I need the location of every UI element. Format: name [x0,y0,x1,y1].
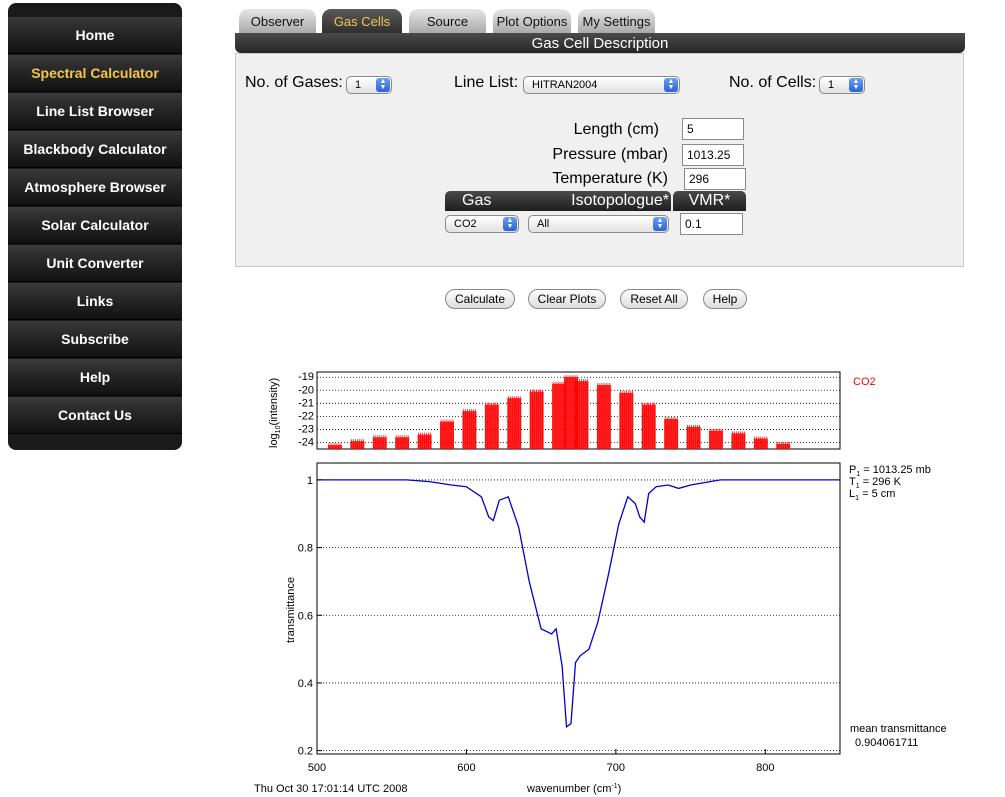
transmittance-y-tick-label: 0.2 [298,746,313,758]
wavenumber-x-tick-label: 600 [457,762,475,774]
gas-value: CO2 [454,218,477,230]
pressure-label: Pressure (mbar) [552,146,668,163]
no-gases-label: No. of Gases: [245,74,343,91]
transmittance-line [317,479,840,729]
intensity-chart: -19-20-21-22-23-24 CO2 log10(intensity) [268,371,876,450]
reset-all-button[interactable]: Reset All [620,289,688,309]
intensity-y-tick-label: -22 [298,410,314,422]
nav-contact-us[interactable]: Contact Us [8,397,182,434]
select-arrows-icon: ▲ ▼ [664,78,678,92]
select-arrows-icon: ▲ ▼ [376,78,390,92]
length-label: Length (cm) [573,121,659,138]
wavenumber-x-tick-label: 500 [308,762,326,774]
transmittance-y-tick-label: 0.8 [298,543,313,555]
gas-cell-panel: No. of Gases: 1 ▲ ▼ Line List: HITRAN2004… [235,53,964,267]
nav-line-list-browser[interactable]: Line List Browser [8,93,182,130]
sidebar-nav: Home Spectral Calculator Line List Brows… [8,3,182,450]
gas-isotopologue-header: Gas Isotopologue* [445,191,671,211]
isotopologue-column-header: Isotopologue* [571,192,669,209]
pressure-input[interactable]: 1013.25 [682,144,744,166]
no-cells-label: No. of Cells: [729,74,817,91]
nav-solar-calculator[interactable]: Solar Calculator [8,207,182,244]
tab-observer[interactable]: Observer [239,9,316,33]
mean-transmittance-label: mean transmittance [850,723,947,735]
clear-plots-button[interactable]: Clear Plots [528,289,606,309]
mean-transmittance-value: 0.904061711 [855,737,918,749]
intensity-legend-co2: CO2 [853,376,876,388]
length-annotation: L1 = 5 cm [849,488,895,502]
wavenumber-x-tick-label: 700 [607,762,625,774]
wavenumber-x-tick-label: 800 [756,762,774,774]
calculate-button[interactable]: Calculate [445,289,515,309]
line-list-value: HITRAN2004 [532,79,598,91]
tab-plot-options[interactable]: Plot Options [493,9,571,33]
nav-blackbody-calculator[interactable]: Blackbody Calculator [8,131,182,168]
nav-home[interactable]: Home [8,17,182,54]
nav-links[interactable]: Links [8,283,182,320]
gas-select[interactable]: CO2 ▲ ▼ [445,215,519,233]
no-cells-select[interactable]: 1 ▲ ▼ [819,76,865,94]
select-arrows-icon: ▲ ▼ [653,217,667,231]
intensity-y-tick-label: -21 [298,397,314,409]
panel-title: Gas Cell Description [235,33,965,53]
nav-spectral-calculator[interactable]: Spectral Calculator [8,55,182,92]
isotopologue-value: All [537,218,550,230]
isotopologue-select[interactable]: All ▲ ▼ [528,215,669,233]
nav-subscribe[interactable]: Subscribe [8,321,182,358]
nav-unit-converter[interactable]: Unit Converter [8,245,182,282]
transmittance-plot-frame [316,462,841,755]
wavenumber-x-axis-label: wavenumber (cm-1) [526,783,621,795]
nav-atmosphere-browser[interactable]: Atmosphere Browser [8,169,182,206]
gas-column-header: Gas [462,192,492,209]
no-cells-value: 1 [828,79,835,91]
tab-source[interactable]: Source [409,9,486,33]
tab-my-settings[interactable]: My Settings [578,9,655,33]
tab-gas-cells[interactable]: Gas Cells [322,9,402,33]
temperature-label: Temperature (K) [552,170,668,187]
temperature-input[interactable]: 296 [684,168,746,190]
intensity-y-axis-label: log10(intensity) [268,378,282,448]
transmittance-y-tick-label: 0.4 [298,678,313,690]
help-button[interactable]: Help [703,289,747,309]
nav-help[interactable]: Help [8,359,182,396]
transmittance-y-axis-label: transmittance [285,577,297,643]
intensity-y-tick-label: -19 [298,371,314,383]
no-gases-value: 1 [355,79,362,91]
line-list-label: Line List: [454,74,519,91]
length-input[interactable]: 5 [682,118,744,140]
line-list-select[interactable]: HITRAN2004 ▲ ▼ [523,76,680,94]
vmr-input[interactable]: 0.1 [680,213,743,235]
intensity-y-tick-label: -24 [298,436,314,448]
vmr-column-header: VMR* [673,191,746,211]
intensity-y-tick-label: -20 [298,384,314,396]
transmittance-y-tick-label: 1 [307,475,313,487]
no-gases-select[interactable]: 1 ▲ ▼ [346,76,392,94]
transmittance-y-tick-label: 0.6 [298,610,313,622]
transmittance-chart: 0.2 0.4 0.6 0.8 1 500 600 700 800 transmittance… [254,462,947,795]
intensity-y-tick-label: -23 [298,423,314,435]
spectrum-charts: -19-20-21-22-23-24 CO2 log10(intensity) … [254,371,947,795]
select-arrows-icon: ▲ ▼ [849,78,863,92]
timestamp: Thu Oct 30 17:01:14 UTC 2008 [254,783,407,795]
select-arrows-icon: ▲ ▼ [503,217,517,231]
